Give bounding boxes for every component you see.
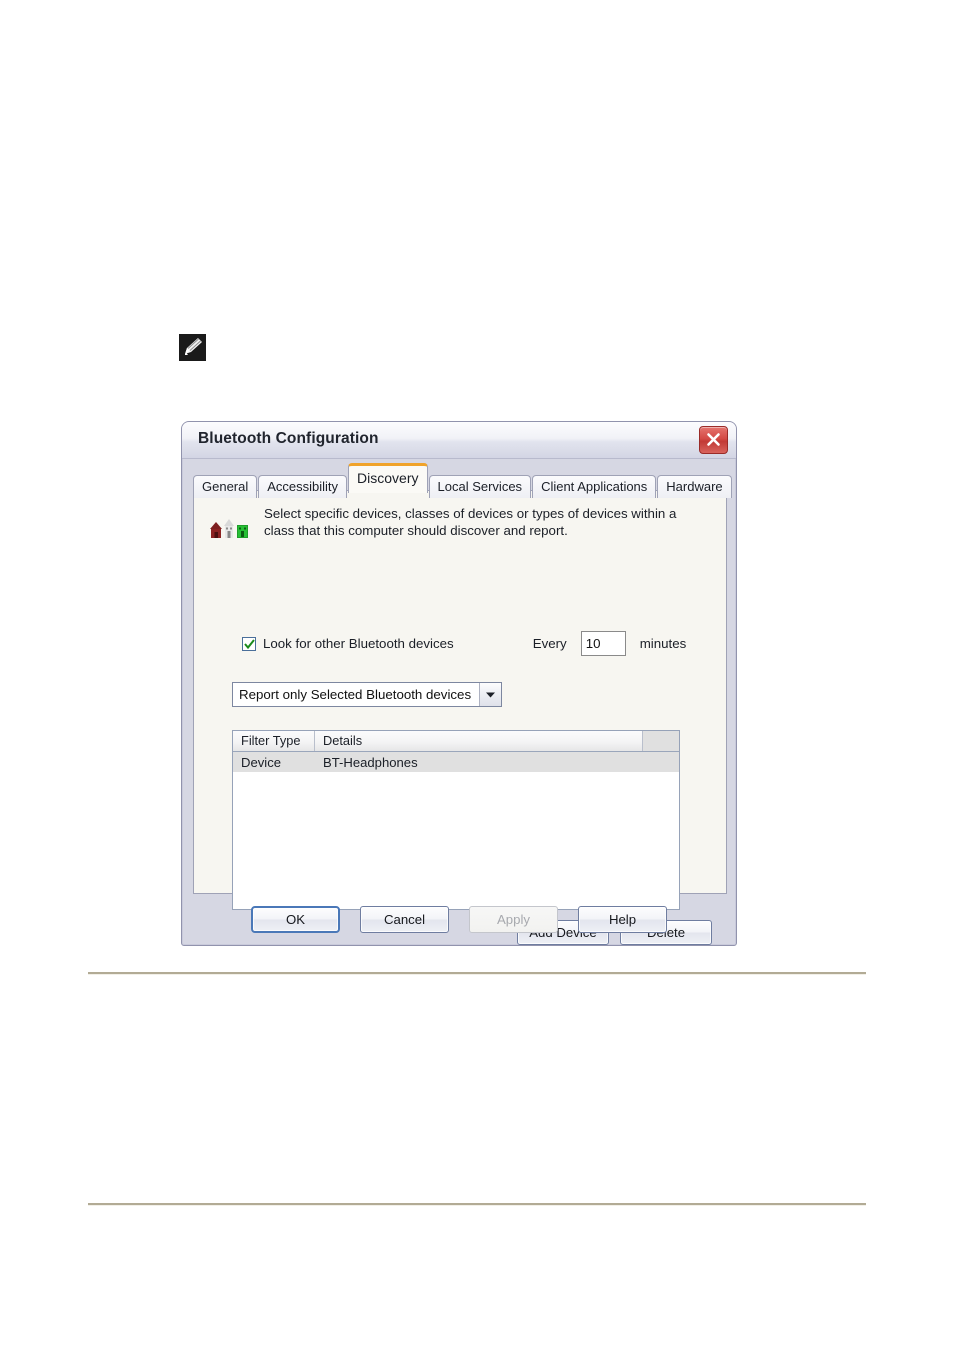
close-icon[interactable] bbox=[699, 426, 728, 454]
discovery-options-row: Look for other Bluetooth devices Every m… bbox=[242, 631, 712, 656]
list-header-row: Filter Type Details bbox=[233, 731, 679, 752]
look-for-devices-checkbox[interactable] bbox=[242, 636, 256, 651]
tab-client-applications[interactable]: Client Applications bbox=[532, 475, 657, 498]
description-text: Select specific devices, classes of devi… bbox=[264, 506, 677, 538]
tab-discovery[interactable]: Discovery bbox=[348, 463, 428, 493]
column-header-filter-type[interactable]: Filter Type bbox=[233, 731, 315, 751]
dialog-title: Bluetooth Configuration bbox=[198, 430, 379, 447]
table-row[interactable]: Device BT-Headphones bbox=[233, 752, 679, 772]
dialog-titlebar[interactable]: Bluetooth Configuration bbox=[182, 422, 736, 459]
apply-button: Apply bbox=[469, 906, 558, 933]
cancel-button[interactable]: Cancel bbox=[360, 906, 449, 933]
horizontal-rule-top bbox=[88, 972, 866, 974]
device-filter-list[interactable]: Filter Type Details Device BT-Headphones bbox=[232, 730, 680, 910]
bluetooth-configuration-dialog: Bluetooth Configuration General Accessib… bbox=[181, 421, 737, 946]
description-row: Select specific devices, classes of devi… bbox=[208, 503, 708, 541]
every-label: Every bbox=[532, 636, 567, 651]
column-header-blank bbox=[643, 731, 679, 751]
note-pencil-icon bbox=[179, 334, 206, 361]
tab-local-services[interactable]: Local Services bbox=[428, 475, 532, 498]
look-for-devices-label: Look for other Bluetooth devices bbox=[263, 636, 454, 651]
report-filter-dropdown[interactable]: Report only Selected Bluetooth devices bbox=[232, 682, 503, 707]
interval-minutes-input[interactable] bbox=[580, 631, 626, 656]
minutes-label: minutes bbox=[639, 636, 687, 651]
tab-bar: General Accessibility Discovery Local Se… bbox=[193, 463, 732, 498]
dialog-footer-buttons: OK Cancel Apply Help bbox=[182, 906, 736, 933]
column-header-details[interactable]: Details bbox=[315, 731, 643, 751]
report-filter-selected-value: Report only Selected Bluetooth devices bbox=[239, 687, 472, 702]
chevron-down-icon[interactable] bbox=[479, 683, 502, 706]
buildings-devices-icon bbox=[208, 503, 252, 541]
cell-filter-type: Device bbox=[241, 754, 282, 770]
horizontal-rule-bottom bbox=[88, 1203, 866, 1205]
ok-button[interactable]: OK bbox=[251, 906, 340, 933]
cell-details: BT-Headphones bbox=[323, 754, 418, 770]
tab-general[interactable]: General bbox=[193, 475, 258, 498]
tab-hardware[interactable]: Hardware bbox=[657, 475, 732, 498]
help-button[interactable]: Help bbox=[578, 906, 667, 933]
discovery-tab-panel: Select specific devices, classes of devi… bbox=[193, 490, 727, 945]
tab-accessibility[interactable]: Accessibility bbox=[258, 475, 348, 498]
